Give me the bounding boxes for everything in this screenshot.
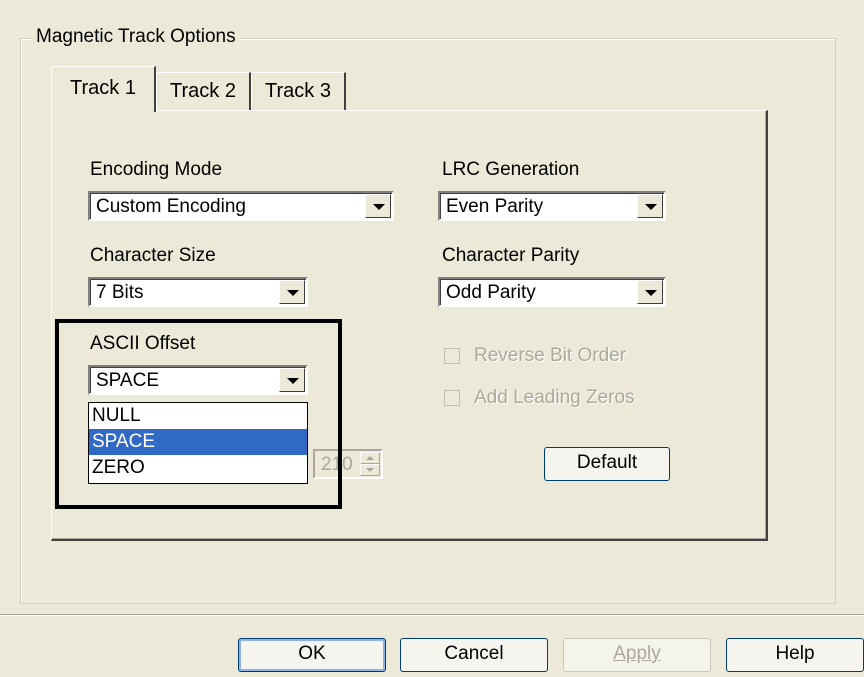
encoding-mode-label: Encoding Mode bbox=[90, 159, 223, 180]
add-leading-zeros-checkbox[interactable] bbox=[444, 390, 460, 406]
character-parity-label: Character Parity bbox=[442, 245, 580, 266]
dropdown-button[interactable] bbox=[279, 280, 305, 304]
help-button-label: Help bbox=[775, 643, 815, 664]
ok-button[interactable]: OK bbox=[238, 638, 386, 672]
ascii-offset-combo[interactable]: SPACE bbox=[88, 365, 308, 395]
ascii-offset-value: SPACE bbox=[96, 370, 160, 391]
dropdown-button[interactable] bbox=[279, 368, 305, 392]
lrc-generation-label: LRC Generation bbox=[442, 159, 580, 180]
dropdown-option-zero[interactable]: ZERO bbox=[89, 455, 307, 481]
tab-track-1[interactable]: Track 1 bbox=[51, 66, 156, 112]
character-size-combo[interactable]: 7 Bits bbox=[88, 277, 308, 307]
ascii-offset-dropdown-list[interactable]: NULL SPACE ZERO bbox=[88, 402, 308, 484]
cancel-button-label: Cancel bbox=[444, 643, 504, 664]
chevron-down-icon bbox=[645, 204, 657, 210]
reverse-bit-order-checkbox[interactable] bbox=[444, 348, 460, 364]
apply-button-label: Apply bbox=[613, 643, 661, 664]
spin-up-button bbox=[360, 452, 380, 464]
cancel-button[interactable]: Cancel bbox=[400, 638, 548, 672]
group-title: Magnetic Track Options bbox=[32, 26, 240, 48]
footer-separator bbox=[0, 614, 864, 616]
tab-label: Track 2 bbox=[170, 80, 236, 102]
help-button[interactable]: Help bbox=[726, 638, 864, 672]
dropdown-button[interactable] bbox=[365, 194, 391, 218]
character-size-value: 7 Bits bbox=[96, 282, 144, 303]
lrc-generation-combo[interactable]: Even Parity bbox=[438, 191, 666, 221]
dropdown-option-null[interactable]: NULL bbox=[89, 403, 307, 429]
dropdown-button[interactable] bbox=[637, 280, 663, 304]
arrow-up-icon bbox=[366, 456, 374, 460]
tab-label: Track 3 bbox=[265, 80, 331, 102]
dropdown-button[interactable] bbox=[637, 194, 663, 218]
tab-track-2[interactable]: Track 2 bbox=[156, 72, 251, 110]
tab-label: Track 1 bbox=[70, 77, 136, 99]
arrow-down-icon bbox=[366, 468, 374, 472]
encoding-mode-combo[interactable]: Custom Encoding bbox=[88, 191, 394, 221]
default-button[interactable]: Default bbox=[544, 447, 670, 481]
apply-button[interactable]: Apply bbox=[563, 638, 711, 672]
chevron-down-icon bbox=[287, 290, 299, 296]
reverse-bit-order-label: Reverse Bit Order bbox=[474, 345, 627, 366]
dropdown-option-space[interactable]: SPACE bbox=[89, 429, 307, 455]
add-leading-zeros-label: Add Leading Zeros bbox=[474, 387, 635, 408]
tab-track-3[interactable]: Track 3 bbox=[251, 72, 346, 110]
spinner-value: 210 bbox=[321, 454, 353, 475]
encoding-mode-value: Custom Encoding bbox=[96, 196, 246, 217]
chevron-down-icon bbox=[645, 290, 657, 296]
spin-down-button bbox=[360, 464, 380, 476]
character-parity-combo[interactable]: Odd Parity bbox=[438, 277, 666, 307]
character-parity-value: Odd Parity bbox=[446, 282, 536, 303]
chevron-down-icon bbox=[373, 204, 385, 210]
default-button-label: Default bbox=[576, 452, 638, 473]
lrc-generation-value: Even Parity bbox=[446, 196, 544, 217]
character-size-label: Character Size bbox=[90, 245, 216, 266]
ascii-offset-label: ASCII Offset bbox=[90, 333, 196, 354]
chevron-down-icon bbox=[287, 378, 299, 384]
disabled-number-spinner: 210 bbox=[313, 449, 383, 479]
ok-button-label: OK bbox=[298, 643, 326, 664]
